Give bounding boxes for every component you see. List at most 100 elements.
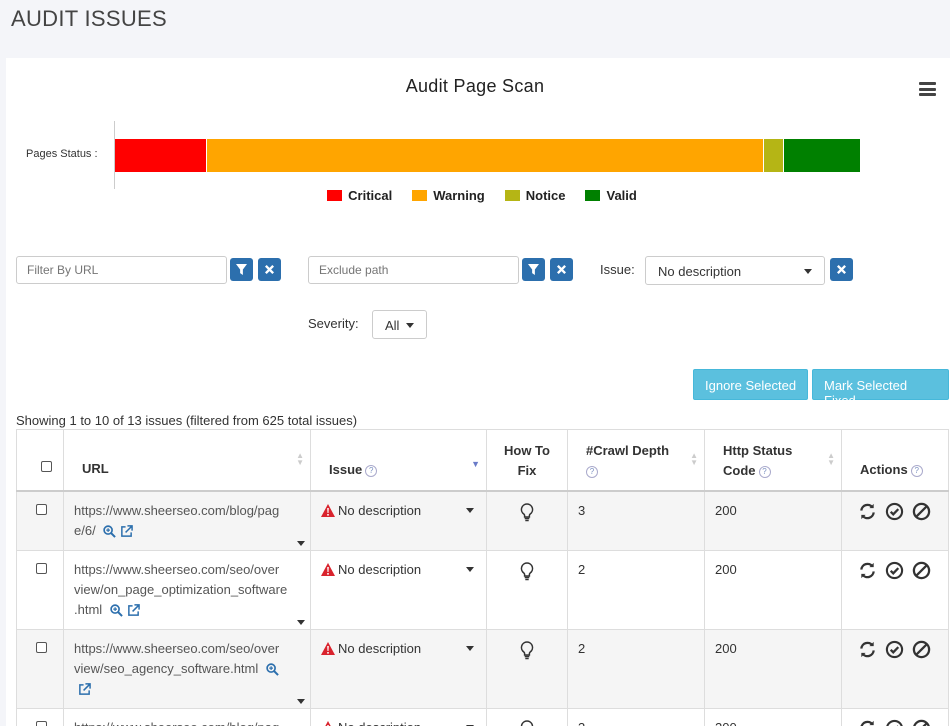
help-icon[interactable]: ? [586, 465, 598, 478]
issue-select-value: No description [658, 264, 742, 279]
http-status-cell: 200 [704, 549, 842, 630]
url-text[interactable]: https://www.sheerseo.com/blog/pag e/6/ [74, 503, 279, 538]
row-checkbox[interactable] [36, 720, 47, 726]
chevron-down-icon[interactable] [297, 619, 305, 625]
select-all-cell [16, 429, 64, 491]
chevron-down-icon[interactable] [297, 698, 305, 704]
issue-clear-button[interactable] [830, 258, 853, 281]
filter-url-input[interactable] [16, 256, 227, 284]
ignore-selected-button[interactable]: Ignore Selected [693, 369, 809, 400]
col-http-status[interactable]: Http Status Code? ▲ ▼ [704, 429, 842, 491]
lightbulb-icon[interactable] [520, 502, 534, 522]
table-header-row: URL ▲ ▼ Issue? ▼ How To Fix #Crawl Depth?… [16, 429, 949, 491]
zoom-icon[interactable] [110, 603, 123, 617]
chevron-down-icon[interactable] [466, 645, 474, 651]
chevron-down-icon[interactable] [466, 566, 474, 572]
ban-icon[interactable] [912, 719, 931, 726]
chevron-down-icon[interactable] [466, 507, 474, 513]
how-to-fix-cell [486, 490, 568, 551]
close-icon [836, 264, 847, 275]
legend-item-notice[interactable]: Notice [504, 188, 566, 203]
row-select-cell [16, 549, 64, 630]
refresh-icon[interactable] [858, 502, 877, 521]
ban-icon[interactable] [912, 640, 931, 659]
url-text[interactable]: https://www.sheerseo.com/blog/pag [74, 720, 279, 726]
legend-label: Notice [525, 188, 566, 203]
help-icon[interactable]: ? [758, 465, 771, 478]
refresh-icon[interactable] [858, 640, 877, 659]
help-icon[interactable]: ? [910, 464, 923, 477]
row-checkbox[interactable] [36, 503, 47, 515]
col-url[interactable]: URL ▲ ▼ [63, 429, 311, 491]
lightbulb-icon[interactable] [520, 719, 534, 726]
check-circle-icon[interactable] [885, 561, 904, 580]
legend-item-critical[interactable]: Critical [327, 188, 392, 203]
refresh-icon[interactable] [858, 561, 877, 580]
row-select-cell [16, 490, 64, 551]
legend-label: Valid [606, 188, 637, 203]
exclude-path-input[interactable] [308, 256, 519, 284]
ban-icon[interactable] [912, 561, 931, 580]
http-status-cell: 200 [704, 490, 842, 551]
bar-segment-valid[interactable] [783, 139, 861, 172]
table-info: Showing 1 to 10 of 13 issues (filtered f… [16, 413, 358, 428]
how-to-fix-cell [486, 549, 568, 630]
zoom-icon[interactable] [266, 662, 279, 676]
table-row[interactable]: https://www.sheerseo.com/seo/over view/on… [16, 549, 949, 630]
col-issue[interactable]: Issue? ▼ [310, 429, 487, 491]
issue-select[interactable]: No description [645, 256, 825, 285]
severity-select[interactable]: All [372, 310, 427, 339]
col-how-to-fix-label: How To Fix [504, 443, 550, 478]
check-circle-icon[interactable] [885, 502, 904, 521]
legend-label: Warning [433, 188, 485, 203]
bar-segment-critical[interactable] [115, 139, 208, 172]
external-link-icon[interactable] [120, 524, 134, 538]
external-link-icon[interactable] [127, 603, 140, 617]
refresh-icon[interactable] [858, 719, 877, 726]
table-row[interactable]: https://www.sheerseo.com/blog/pag No desc… [16, 707, 949, 726]
table-row[interactable]: https://www.sheerseo.com/seo/over view/se… [16, 628, 949, 709]
help-icon[interactable]: ? [365, 464, 378, 477]
check-circle-icon[interactable] [885, 640, 904, 659]
check-circle-icon[interactable] [885, 719, 904, 726]
close-icon [264, 264, 275, 275]
url-text[interactable]: https://www.sheerseo.com/seo/over view/se… [74, 641, 279, 696]
issue-cell: No description [310, 707, 487, 726]
sort-icon: ▲ ▼ [296, 451, 304, 467]
row-checkbox[interactable] [36, 641, 47, 653]
crawl-depth-cell: 2 [567, 549, 705, 630]
legend-item-warning[interactable]: Warning [412, 188, 485, 203]
lightbulb-icon[interactable] [520, 561, 534, 581]
select-all-checkbox[interactable] [41, 461, 52, 472]
issue-cell: No description [310, 549, 487, 630]
chart-menu-icon[interactable] [919, 82, 936, 96]
external-link-icon[interactable] [78, 682, 91, 696]
bar-segment-warning[interactable] [207, 139, 764, 172]
legend-item-valid[interactable]: Valid [585, 188, 637, 203]
exclude-path-clear-button[interactable] [550, 258, 573, 281]
mark-selected-fixed-button[interactable]: Mark Selected Fixed [812, 369, 949, 408]
ban-icon[interactable] [912, 502, 931, 521]
exclude-path-apply-button[interactable] [522, 258, 545, 281]
chevron-down-icon[interactable] [297, 540, 305, 546]
bar-segment-notice[interactable] [763, 139, 784, 172]
col-crawl-depth[interactable]: #Crawl Depth? ▲ ▼ [567, 429, 705, 491]
filter-icon [528, 264, 539, 275]
filter-url-clear-button[interactable] [258, 258, 281, 281]
table-row[interactable]: https://www.sheerseo.com/blog/pag e/6/ No… [16, 490, 949, 551]
http-status-cell: 200 [704, 628, 842, 709]
row-checkbox[interactable] [36, 562, 47, 574]
issue-text: No description [338, 561, 422, 577]
legend-label: Critical [348, 188, 393, 203]
url-cell: https://www.sheerseo.com/seo/over view/on… [63, 549, 311, 630]
filter-url-apply-button[interactable] [230, 258, 253, 281]
url-cell: https://www.sheerseo.com/blog/pag e/6/ [63, 490, 311, 551]
col-how-to-fix: How To Fix [486, 429, 568, 491]
col-actions-label: Actions [860, 462, 908, 477]
issues-table: URL ▲ ▼ Issue? ▼ How To Fix #Crawl Depth?… [16, 429, 949, 726]
legend-swatch [412, 190, 428, 201]
url-text[interactable]: https://www.sheerseo.com/seo/over view/on… [74, 562, 287, 617]
lightbulb-icon[interactable] [520, 640, 534, 660]
zoom-icon[interactable] [103, 524, 117, 538]
chart-category-label: Pages Status : [26, 148, 98, 160]
